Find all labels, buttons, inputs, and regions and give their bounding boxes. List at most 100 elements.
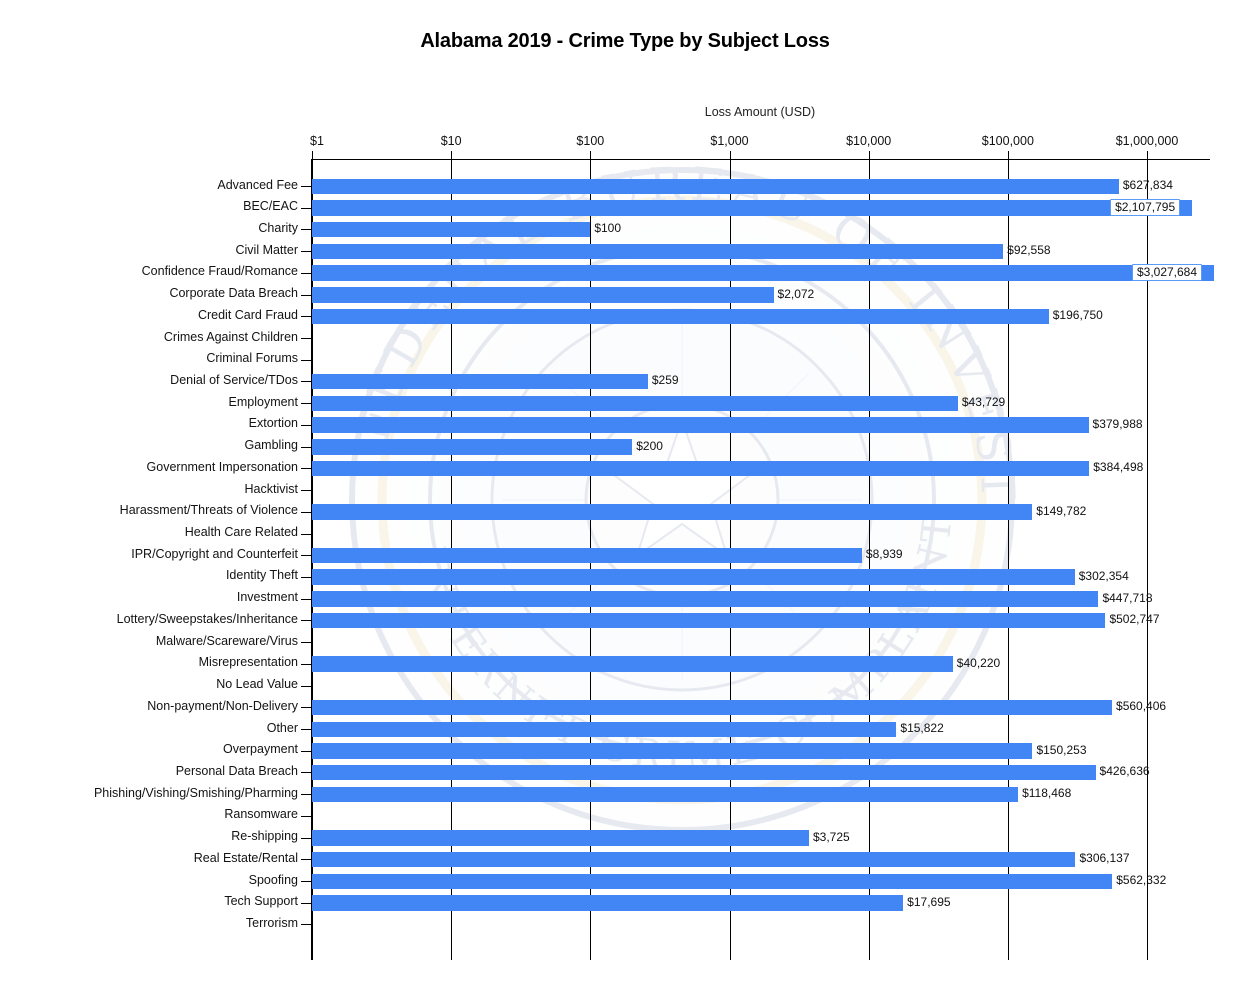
x-tick-mark <box>451 151 453 160</box>
x-tick-label: $1 <box>310 134 324 148</box>
bar[interactable] <box>312 221 591 238</box>
bar-row: No Lead Value <box>216 675 1250 697</box>
y-axis-label: Non-payment/Non-Delivery <box>147 698 298 713</box>
bar[interactable] <box>312 764 1096 781</box>
y-tick-mark <box>301 533 312 535</box>
x-tick-label: $1,000,000 <box>1115 134 1179 148</box>
bar[interactable] <box>312 721 897 737</box>
bar-row: Other $15,822 <box>267 719 1250 741</box>
bar-row: Confidence Fraud/Romance $3,027,684 <box>142 262 1250 284</box>
bar-value-label: $40,220 <box>956 655 1001 670</box>
y-tick-mark <box>301 359 312 361</box>
y-axis-label: Real Estate/Rental <box>193 850 298 865</box>
bar-value-label: $502,747 <box>1109 612 1160 627</box>
y-tick-mark <box>301 859 312 861</box>
y-axis-label: Harassment/Threats of Violence <box>119 503 298 518</box>
x-tick-label: $10,000 <box>846 134 892 148</box>
bar[interactable] <box>312 460 1090 477</box>
bar[interactable] <box>312 873 1113 890</box>
bar-value-label: $306,137 <box>1079 851 1130 866</box>
bar[interactable] <box>312 265 1214 281</box>
bar-value-label: $196,750 <box>1052 308 1103 323</box>
bar[interactable] <box>312 287 774 303</box>
y-axis-label: Re-shipping <box>231 829 298 844</box>
y-axis-label: Denial of Service/TDos <box>170 372 298 387</box>
y-axis-label: Crimes Against Children <box>163 329 298 344</box>
y-axis-label: Investment <box>236 590 298 605</box>
bar[interactable] <box>312 308 1049 325</box>
chart-title: Alabama 2019 - Crime Type by Subject Los… <box>420 30 830 52</box>
x-tick-label: $10 <box>440 134 462 148</box>
bar-row: Crimes Against Children <box>164 328 1250 350</box>
bar[interactable] <box>312 417 1089 433</box>
bar[interactable] <box>312 547 862 564</box>
bar-row: Overpayment $150,253 <box>223 740 1250 762</box>
bar[interactable] <box>312 743 1033 759</box>
y-axis-label: Lottery/Sweepstakes/Inheritance <box>116 611 298 626</box>
y-tick-mark <box>301 750 312 752</box>
bar[interactable] <box>312 373 648 390</box>
y-tick-mark <box>301 338 312 340</box>
bar[interactable] <box>312 699 1113 716</box>
bar-row: Re-shipping $3,725 <box>231 827 1250 849</box>
bar-value-label: $560,406 <box>1116 699 1167 714</box>
bar[interactable] <box>312 504 1033 520</box>
bar-row: Spoofing $562,332 <box>249 871 1250 893</box>
bar-row: IPR/Copyright and Counterfeit $8,939 <box>131 545 1250 567</box>
bar-row: Non-payment/Non-Delivery $560,406 <box>147 697 1250 719</box>
y-tick-mark <box>301 468 312 470</box>
y-axis-label: Credit Card Fraud <box>197 307 298 322</box>
bar-row: Corporate Data Breach $2,072 <box>169 284 1250 306</box>
bar-value-label: $92,558 <box>1007 243 1051 258</box>
y-tick-mark <box>301 186 312 187</box>
bar-row: Phishing/Vishing/Smishing/Pharming $118,4… <box>94 784 1250 806</box>
y-axis-label: Other <box>266 720 298 735</box>
bar[interactable] <box>312 656 953 672</box>
bar[interactable] <box>312 895 904 911</box>
y-tick-mark <box>301 207 312 209</box>
bar-value-label: $627,834 <box>1122 178 1173 192</box>
bar-row: Civil Matter $92,558 <box>235 241 1250 263</box>
bar-row: Hacktivist <box>245 480 1250 502</box>
bar-value-label: $43,729 <box>961 395 1006 410</box>
bar[interactable] <box>312 395 958 412</box>
x-tick-label: $1,000 <box>710 134 749 148</box>
bar-value-label: $447,718 <box>1102 590 1153 605</box>
y-tick-mark <box>301 663 312 665</box>
y-tick-mark <box>301 902 312 904</box>
bar-value-label: $118,468 <box>1022 786 1072 801</box>
y-tick-mark <box>301 794 312 796</box>
y-tick-mark <box>301 381 312 383</box>
x-axis-title: Loss Amount (USD) <box>704 105 816 119</box>
bar[interactable] <box>312 243 1004 260</box>
bar-value-label: $379,988 <box>1092 416 1143 431</box>
bar-row: Terrorism <box>246 914 1250 936</box>
y-axis-label: Government Impersonation <box>146 459 298 474</box>
bar[interactable] <box>312 200 1193 216</box>
y-tick-mark <box>301 272 312 274</box>
bar-value-label: $15,822 <box>900 721 944 735</box>
bar[interactable] <box>312 178 1119 194</box>
x-tick-mark <box>868 151 870 160</box>
bar-row: Criminal Forums <box>206 349 1250 371</box>
bar[interactable] <box>312 569 1075 585</box>
y-tick-mark <box>301 511 312 513</box>
x-tick-mark <box>1147 151 1149 160</box>
bar-row: Government Impersonation $384,498 <box>147 458 1250 480</box>
bar[interactable] <box>312 851 1076 868</box>
y-axis-label: IPR/Copyright and Counterfeit <box>131 546 298 561</box>
y-tick-mark <box>301 424 312 426</box>
bar[interactable] <box>312 439 633 455</box>
y-tick-mark <box>301 446 312 448</box>
y-axis-label: Corporate Data Breach <box>169 286 298 301</box>
bar[interactable] <box>312 830 809 846</box>
bar[interactable] <box>312 591 1099 607</box>
y-axis-label: Personal Data Breach <box>175 763 298 778</box>
bar[interactable] <box>312 786 1019 803</box>
y-axis-label: Spoofing <box>248 872 298 887</box>
bar[interactable] <box>312 612 1106 629</box>
bar-value-label: $200 <box>636 438 663 453</box>
y-axis-label: Advanced Fee <box>217 177 298 192</box>
y-axis-label: Misrepresentation <box>198 655 298 670</box>
bar-row: Gambling $200 <box>245 436 1250 458</box>
